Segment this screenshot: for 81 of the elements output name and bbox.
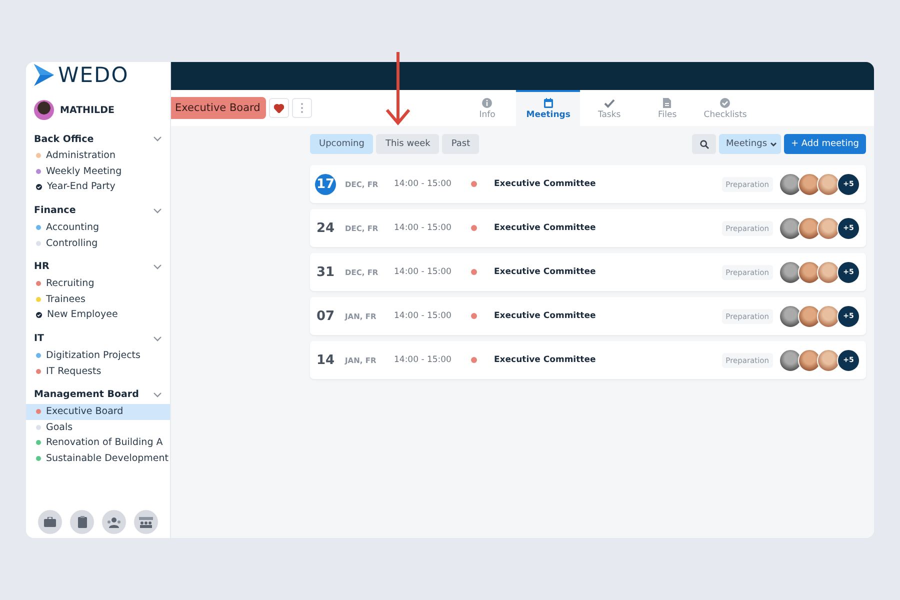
- avatar: [817, 216, 840, 240]
- meeting-time: 14:00 - 15:00: [394, 267, 452, 277]
- add-meeting-button[interactable]: + Add meeting: [784, 134, 866, 154]
- caret-icon: [770, 142, 778, 146]
- meeting-title: Executive Committee: [494, 223, 596, 233]
- search-button[interactable]: [692, 134, 716, 154]
- avatar: [779, 216, 802, 240]
- meeting-time: 14:00 - 15:00: [394, 179, 452, 189]
- sidebar-item[interactable]: Recruiting: [26, 276, 170, 292]
- check-circle-icon: [36, 312, 42, 318]
- meeting-day: 07: [315, 306, 336, 326]
- meeting-day: 14: [315, 350, 336, 370]
- view-dropdown[interactable]: Meetings: [719, 134, 782, 154]
- meeting-time: 14:00 - 15:00: [394, 223, 452, 233]
- chevron-icon[interactable]: [153, 264, 162, 270]
- favorite-button[interactable]: [269, 98, 290, 118]
- avatar: [817, 260, 840, 284]
- avatar: [798, 260, 821, 284]
- chevron-icon[interactable]: [153, 136, 162, 142]
- tab[interactable]: Meetings: [516, 90, 580, 126]
- chevron-icon[interactable]: [153, 392, 162, 398]
- file-icon: [663, 98, 672, 108]
- sidebar-item[interactable]: Year-End Party: [26, 179, 170, 195]
- group-title: Finance: [34, 205, 76, 216]
- meeting-time: 14:00 - 15:00: [394, 355, 452, 365]
- sidebar-item[interactable]: Controlling: [26, 235, 170, 251]
- logo-icon: [34, 64, 54, 86]
- sidebar-item[interactable]: Weekly Meeting: [26, 164, 170, 180]
- avatar: [779, 260, 802, 284]
- group-title: IT: [34, 333, 44, 344]
- checklist-icon: [720, 98, 730, 108]
- chevron-icon[interactable]: [153, 208, 162, 214]
- clipboard-icon[interactable]: [70, 510, 94, 534]
- people-icon[interactable]: [102, 510, 126, 534]
- avatar: [798, 348, 821, 372]
- avatar: [817, 304, 840, 328]
- info-icon: [482, 98, 492, 108]
- sidebar-item[interactable]: Administration: [26, 148, 170, 164]
- filter-button[interactable]: This week: [376, 134, 440, 154]
- meeting-time: 14:00 - 15:00: [394, 311, 452, 321]
- meeting-title: Executive Committee: [494, 267, 596, 277]
- sidebar-item[interactable]: Goals: [26, 420, 170, 436]
- group-title: HR: [34, 261, 50, 272]
- filter-button[interactable]: Upcoming: [310, 134, 374, 154]
- avatar: [817, 172, 840, 196]
- filter-button[interactable]: Past: [442, 134, 480, 154]
- search-icon: [700, 140, 709, 148]
- briefcase-icon[interactable]: [38, 510, 62, 534]
- meeting-title: Executive Committee: [494, 179, 596, 189]
- avatar: [779, 172, 802, 196]
- check-circle-icon: [36, 184, 42, 190]
- chevron-icon[interactable]: [153, 336, 162, 342]
- team-icon[interactable]: [134, 510, 158, 534]
- sidebar-item[interactable]: Digitization Projects: [26, 348, 170, 364]
- sidebar-item[interactable]: Trainees: [26, 292, 170, 308]
- user-avatar[interactable]: [34, 100, 54, 120]
- meeting-day: 17: [315, 174, 336, 194]
- meeting-day: 24: [315, 218, 336, 238]
- sidebar-item[interactable]: Renovation of Building A: [26, 435, 170, 451]
- board-title[interactable]: Executive Board: [171, 97, 266, 119]
- kebab-icon: [301, 103, 304, 113]
- avatar: [798, 172, 821, 196]
- sidebar-item[interactable]: Sustainable Development: [26, 450, 170, 466]
- check-icon: [604, 98, 615, 108]
- avatar: [779, 348, 802, 372]
- avatar: [779, 304, 802, 328]
- meeting-day: 31: [315, 262, 336, 282]
- meeting-title: Executive Committee: [494, 311, 596, 321]
- avatar: [817, 348, 840, 372]
- calendar-icon: [544, 98, 553, 108]
- logo-text: WEDO: [58, 63, 129, 87]
- sidebar-item[interactable]: Accounting: [26, 220, 170, 236]
- meeting-title: Executive Committee: [494, 355, 596, 365]
- sidebar-item[interactable]: New Employee: [26, 307, 170, 323]
- group-title: Back Office: [34, 134, 94, 144]
- user-name: MATHILDE: [60, 104, 114, 116]
- avatar: [798, 304, 821, 328]
- sidebar-item[interactable]: Executive Board: [26, 404, 170, 420]
- avatar: [798, 216, 821, 240]
- sidebar-item[interactable]: IT Requests: [26, 363, 170, 379]
- group-title: Management Board: [34, 389, 139, 400]
